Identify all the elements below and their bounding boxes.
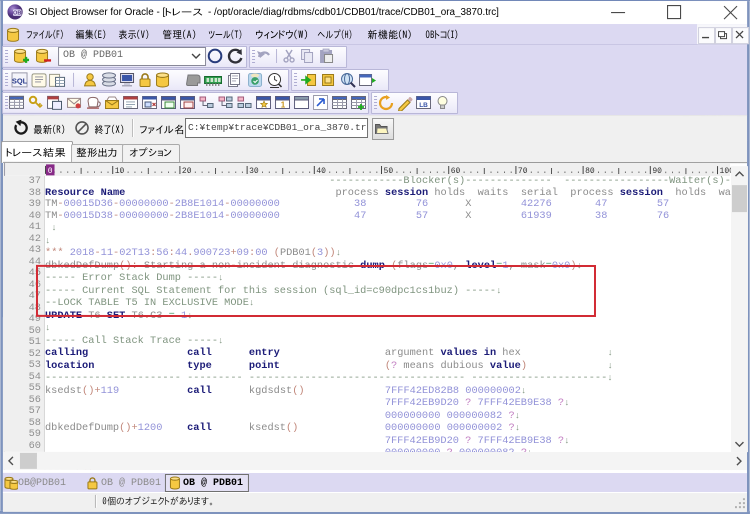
svg-text:40: 40 [316,167,326,176]
svg-text:OB: OB [13,11,21,17]
svg-text:80: 80 [585,167,595,176]
svg-text:90: 90 [652,167,662,176]
svg-text:70: 70 [518,167,528,176]
svg-text:SQL: SQL [12,76,28,85]
svg-text:LB: LB [419,102,428,109]
svg-text:60: 60 [451,167,461,176]
svg-text:0: 0 [48,167,53,176]
svg-text:50: 50 [384,167,394,176]
svg-text:1: 1 [281,100,286,109]
svg-text:10: 10 [115,167,125,176]
svg-text:20: 20 [182,167,192,176]
svg-text:30: 30 [249,167,259,176]
